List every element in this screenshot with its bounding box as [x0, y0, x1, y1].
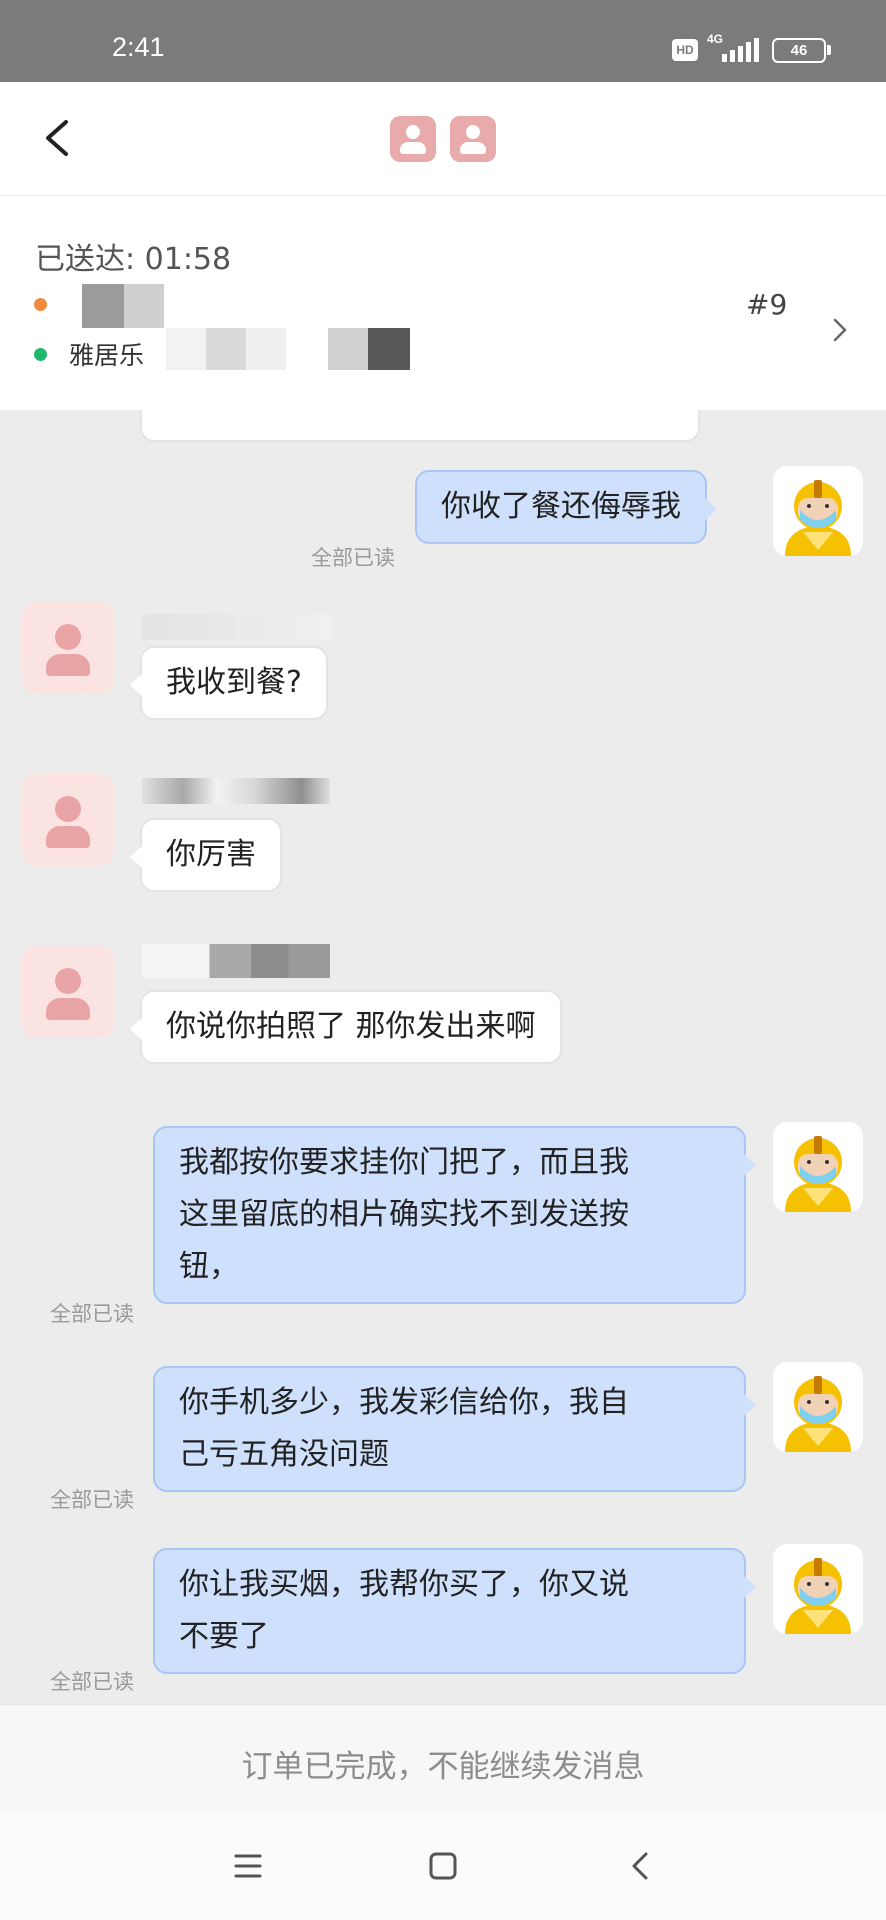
- message-text-line: 你手机多少，我发彩信给你，我自: [179, 1385, 629, 1420]
- chat-header: [0, 82, 886, 196]
- home-button[interactable]: [419, 1842, 467, 1890]
- rider-avatar-icon: [785, 1376, 851, 1452]
- redacted-nickname: [142, 944, 330, 978]
- pickup-dot: [34, 298, 47, 311]
- back-nav-button[interactable]: [618, 1842, 666, 1890]
- redacted-text: [124, 284, 164, 328]
- hd-icon: HD: [672, 39, 698, 61]
- read-status: 全部已读: [50, 1302, 134, 1326]
- redacted-nickname: [142, 778, 330, 804]
- message-text: 你厉害: [166, 837, 256, 872]
- message-bubble-received: 你厉害: [130, 818, 282, 892]
- back-nav-icon: [632, 1852, 648, 1880]
- message-bubble-sent: 你手机多少，我发彩信给你，我自 己亏五角没问题: [153, 1366, 756, 1492]
- message-list[interactable]: 你收了餐还侮辱我 全部已读 我收到餐? 你厉害 你说你拍照了 那你发出来啊 我都…: [0, 410, 886, 1704]
- order-info-panel[interactable]: 已送达: 01:58 雅居乐 #9: [0, 196, 886, 410]
- battery-tip: [827, 45, 831, 55]
- delivered-time: 已送达: 01:58: [35, 242, 232, 277]
- customer-avatar: [22, 602, 114, 694]
- rider-avatar-icon: [785, 1558, 851, 1634]
- destination-name: 雅居乐: [69, 341, 145, 370]
- back-arrow-icon: [46, 120, 68, 156]
- message-text-line: 我都按你要求挂你门把了，而且我: [179, 1145, 629, 1180]
- menu-button[interactable]: [224, 1842, 272, 1890]
- redacted-text: [82, 284, 124, 328]
- order-number: #9: [746, 288, 788, 321]
- chevron-right-icon: [833, 318, 847, 342]
- message-bubble-sent: 你让我买烟，我帮你买了，你又说 不要了: [153, 1548, 756, 1674]
- signal-icon: [718, 38, 762, 62]
- rider-avatar: [773, 1122, 863, 1212]
- read-status: 全部已读: [311, 546, 395, 570]
- message-text-line: 钮，: [179, 1249, 239, 1284]
- customer-avatar: [22, 774, 114, 866]
- status-bar: 2:41 HD 4G 46: [0, 0, 886, 82]
- rider-avatar: [773, 466, 863, 556]
- message-text-line: 己亏五角没问题: [179, 1437, 389, 1472]
- redacted-text: [368, 328, 410, 370]
- read-status: 全部已读: [50, 1670, 134, 1694]
- rider-avatar-icon: [785, 1136, 851, 1212]
- rider-avatar-icon: [785, 480, 851, 556]
- message-text-line: 不要了: [179, 1619, 269, 1654]
- home-square-icon: [429, 1852, 457, 1880]
- message-text-line: 这里留底的相片确实找不到发送按: [179, 1197, 629, 1232]
- status-time: 2:41: [112, 32, 165, 62]
- participant-avatar: [390, 116, 436, 162]
- order-closed-bar: 订单已完成，不能继续发消息: [0, 1704, 886, 1812]
- customer-avatar: [22, 946, 114, 1038]
- redacted-text: [328, 328, 368, 370]
- message-bubble-sent: 我都按你要求挂你门把了，而且我 这里留底的相片确实找不到发送按 钮，: [153, 1126, 756, 1304]
- message-text: 我收到餐?: [166, 665, 302, 700]
- redacted-text: [246, 328, 286, 370]
- redacted-nickname: [142, 614, 332, 640]
- redacted-text: [166, 328, 206, 370]
- message-bubble-sent: 你收了餐还侮辱我: [415, 470, 717, 544]
- message-bubble-received: 你说你拍照了 那你发出来啊: [130, 990, 562, 1064]
- redacted-text: [206, 328, 246, 370]
- order-closed-text: 订单已完成，不能继续发消息: [241, 1749, 645, 1785]
- message-bubble-received: 我收到餐?: [130, 646, 328, 720]
- message-text: 你说你拍照了 那你发出来啊: [166, 1009, 536, 1044]
- destination-dot: [34, 348, 47, 361]
- battery-level: 46: [790, 42, 808, 59]
- participant-avatar: [450, 116, 496, 162]
- menu-icon: [234, 1854, 262, 1878]
- message-text-line: 你让我买烟，我帮你买了，你又说: [179, 1567, 629, 1602]
- read-status: 全部已读: [50, 1488, 134, 1512]
- system-nav-bar: [0, 1812, 886, 1920]
- message-bubble-partial: [140, 410, 700, 442]
- rider-avatar: [773, 1544, 863, 1634]
- message-text: 你收了餐还侮辱我: [441, 489, 681, 524]
- battery-icon: 46: [772, 38, 826, 63]
- rider-avatar: [773, 1362, 863, 1452]
- back-button[interactable]: [34, 108, 94, 168]
